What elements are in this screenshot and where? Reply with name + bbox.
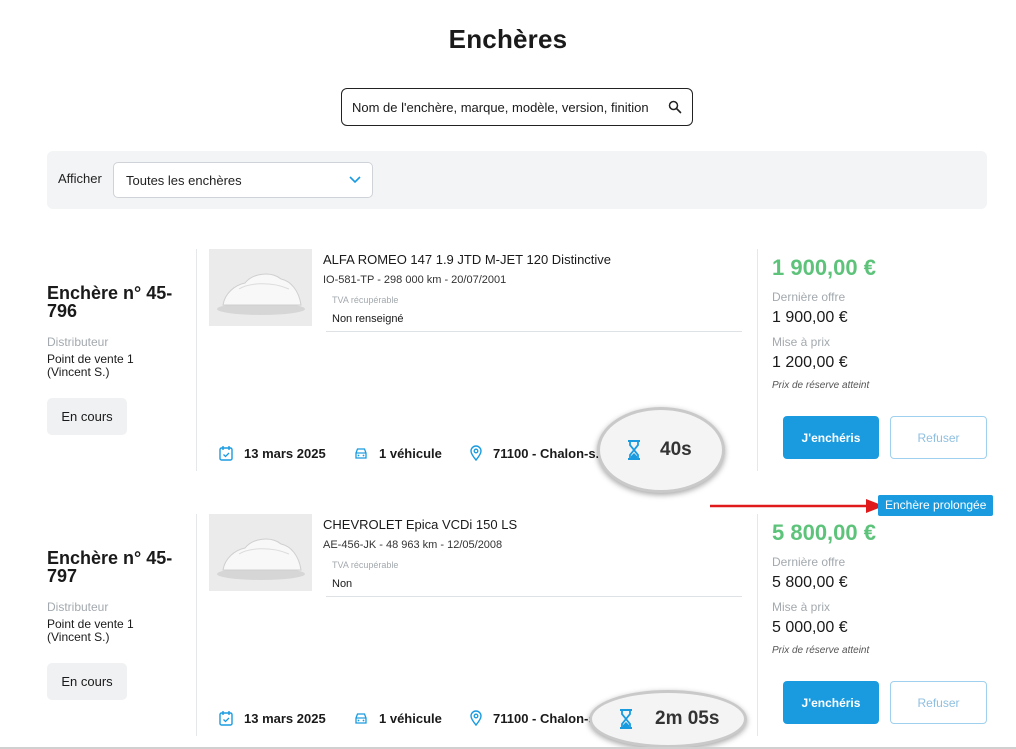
start-price-value: 5 000,00 € [772, 619, 848, 636]
filter-label: Afficher [58, 171, 102, 186]
vehicles-count: 1 véhicule [379, 711, 442, 726]
status-badge[interactable]: En cours [47, 398, 127, 435]
vehicle-thumbnail[interactable] [209, 249, 312, 326]
car-cover-icon [209, 249, 312, 326]
divider [757, 514, 758, 736]
current-price: 1 900,00 € [772, 255, 876, 280]
page-title: Enchères [448, 24, 568, 54]
divider [196, 249, 197, 471]
start-price-label: Mise à prix [772, 335, 831, 349]
car-icon [355, 448, 367, 459]
vat-info: TVA récupérable Non [326, 554, 742, 597]
hourglass-icon [628, 440, 640, 460]
countdown-value: 2m 05s [655, 708, 720, 729]
bid-button[interactable]: J'enchéris [783, 681, 879, 724]
divider [757, 249, 758, 471]
countdown-timer: 40s [597, 407, 725, 493]
distributor-name: Point de vente 1 (Vincent S.) [47, 617, 134, 644]
status-badge[interactable]: En cours [47, 663, 127, 700]
vehicle-title[interactable]: ALFA ROMEO 147 1.9 JTD M-JET 120 Distinc… [323, 252, 611, 267]
auction-card: Enchère n° 45-797 Distributeur Point de … [0, 514, 1016, 748]
vehicle-thumbnail[interactable] [209, 514, 312, 591]
distributor-name: Point de vente 1 (Vincent S.) [47, 352, 134, 379]
search-icon[interactable] [668, 100, 682, 114]
reserve-price-note: Prix de réserve atteint [772, 380, 870, 391]
countdown-value: 40s [660, 439, 692, 460]
filter-selected-value: Toutes les enchères [126, 173, 242, 188]
chevron-down-icon [349, 176, 361, 184]
auction-info: Enchère n° 45-796 Distributeur Point de … [47, 249, 195, 479]
refuse-button[interactable]: Refuser [890, 416, 987, 459]
auction-date: 13 mars 2025 [244, 711, 326, 726]
vehicle-details: AE-456-JK - 48 963 km - 12/05/2008 [323, 539, 503, 551]
distributor-label: Distributeur [47, 600, 109, 614]
auction-number: Enchère n° 45-796 [47, 283, 173, 321]
vat-value: Non [332, 578, 353, 590]
car-cover-icon [209, 514, 312, 591]
last-offer-label: Dernière offre [772, 555, 846, 569]
vehicle-details: IO-581-TP - 298 000 km - 20/07/2001 [323, 274, 507, 286]
countdown-timer: 2m 05s [589, 690, 747, 748]
annotation-arrow [710, 499, 884, 513]
calendar-icon [219, 446, 233, 461]
distributor-label: Distributeur [47, 335, 109, 349]
last-offer-value: 1 900,00 € [772, 309, 848, 326]
current-price: 5 800,00 € [772, 520, 876, 545]
search-box[interactable] [341, 88, 693, 126]
auction-filter-select[interactable]: Toutes les enchères [113, 162, 373, 198]
refuse-button[interactable]: Refuser [890, 681, 987, 724]
vat-label: TVA récupérable [332, 560, 399, 570]
auction-number: Enchère n° 45-797 [47, 548, 173, 586]
start-price-value: 1 200,00 € [772, 354, 848, 371]
divider [196, 514, 197, 736]
last-offer-label: Dernière offre [772, 290, 846, 304]
location-pin-icon [470, 445, 482, 461]
vat-info: TVA récupérable Non renseigné [326, 289, 742, 332]
location-pin-icon [470, 710, 482, 726]
auction-card: Enchère n° 45-796 Distributeur Point de … [0, 249, 1016, 493]
reserve-price-note: Prix de réserve atteint [772, 645, 870, 656]
vat-label: TVA récupérable [332, 295, 399, 305]
start-price-label: Mise à prix [772, 600, 831, 614]
bid-button[interactable]: J'enchéris [783, 416, 879, 459]
vehicles-count: 1 véhicule [379, 446, 442, 461]
search-input[interactable] [352, 95, 652, 119]
filter-bar: Afficher Toutes les enchères [47, 151, 987, 209]
auction-location: 71100 - Chalon-s... [493, 446, 607, 461]
car-icon [355, 713, 367, 724]
extended-auction-badge: Enchère prolongée [878, 495, 994, 516]
last-offer-value: 5 800,00 € [772, 574, 848, 591]
vehicle-title[interactable]: CHEVROLET Epica VCDi 150 LS [323, 517, 517, 532]
vat-value: Non renseigné [332, 313, 404, 325]
calendar-icon [219, 711, 233, 726]
hourglass-icon [620, 709, 632, 729]
auction-date: 13 mars 2025 [244, 446, 326, 461]
auction-info: Enchère n° 45-797 Distributeur Point de … [47, 514, 195, 744]
